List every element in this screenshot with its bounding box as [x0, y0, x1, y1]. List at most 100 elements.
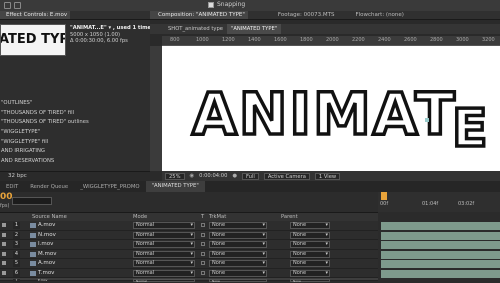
layer-row[interactable]: 1 A.mov Normal ▾ None ▾ None ▾ — [0, 221, 378, 231]
parent-value: None — [293, 222, 307, 228]
bit-depth-button[interactable]: 32 bpc — [0, 171, 150, 181]
layer-duration-bar[interactable] — [381, 222, 500, 230]
snapshot-icon[interactable]: ● — [232, 173, 237, 179]
layer-duration-bar[interactable] — [381, 260, 500, 268]
zoom-dropdown[interactable]: 25% — [165, 172, 185, 180]
parent-dropdown[interactable]: None ▾ — [290, 231, 330, 239]
project-item[interactable]: AND IRRIGATING — [0, 147, 150, 157]
tab-animated-type[interactable]: "ANIMATED TYPE" — [226, 24, 282, 34]
trkmat-dropdown[interactable]: None ▾ — [209, 250, 267, 258]
preserve-transparency-checkbox[interactable] — [201, 232, 205, 237]
snapping-checkbox[interactable] — [208, 1, 214, 8]
comp-canvas[interactable]: ANIMAT E — [162, 46, 500, 171]
parent-dropdown[interactable]: None ▾ — [290, 269, 330, 277]
layer-name[interactable]: A.mov — [38, 260, 55, 266]
visibility-icon[interactable] — [2, 223, 6, 227]
parent-dropdown[interactable]: None ▾ — [290, 250, 330, 258]
mode-dropdown[interactable]: Normal ▾ — [133, 269, 195, 277]
tab-composition[interactable]: Composition: "ANIMATED TYPE" — [150, 11, 248, 19]
tab-flowchart[interactable]: Flowchart: (none) — [337, 12, 406, 18]
layer-row[interactable]: 4 M.mov Normal ▾ None ▾ None ▾ — [0, 249, 378, 259]
trkmat-dropdown[interactable]: None ▾ — [209, 260, 267, 267]
tool-icon[interactable] — [4, 2, 11, 9]
layer-name[interactable]: E.mov — [38, 278, 47, 282]
visibility-icon[interactable] — [2, 270, 6, 275]
tab-footage[interactable]: Footage: 00073.MTS — [248, 12, 338, 18]
layer-name[interactable]: T.mov — [38, 270, 54, 276]
current-time-indicator[interactable] — [381, 192, 387, 200]
project-item[interactable]: AND RESERVATIONS — [0, 157, 150, 167]
project-item[interactable]: "OUTLINES" — [0, 99, 150, 109]
parent-dropdown[interactable]: None ▾ — [290, 222, 330, 229]
trkmat-dropdown[interactable]: None ▾ — [209, 222, 267, 229]
layer-row[interactable]: 6 T.mov Normal ▾ None ▾ None ▾ — [0, 268, 378, 278]
mode-value: Normal — [136, 279, 147, 283]
layer-row[interactable]: 5 A.mov Normal ▾ None ▾ None ▾ — [0, 259, 378, 269]
snapping-toggle[interactable]: Snapping — [208, 1, 245, 8]
col-trkmat[interactable]: TrkMat — [209, 214, 226, 220]
visibility-icon[interactable] — [2, 242, 6, 246]
timeline-ruler[interactable]: 00f 01:04f 03:02f — [378, 192, 500, 212]
mode-value: Normal — [136, 241, 155, 247]
chevron-down-icon: ▾ — [325, 269, 328, 276]
layer-duration-bar[interactable] — [381, 269, 500, 278]
tool-icon[interactable] — [14, 2, 21, 9]
camera-dropdown[interactable]: Active Camera — [263, 172, 310, 180]
layer-duration-bar[interactable] — [381, 241, 500, 249]
layer-row[interactable]: 2 N.mov Normal ▾ None ▾ None ▾ — [0, 230, 378, 240]
mode-dropdown[interactable]: Normal ▾ — [133, 222, 195, 229]
col-source-name[interactable]: Source Name — [32, 214, 67, 220]
visibility-icon[interactable] — [2, 232, 6, 237]
col-mode[interactable]: Mode — [133, 214, 147, 220]
comp-timecode[interactable]: 0:00:04:00 — [199, 173, 227, 179]
trkmat-dropdown[interactable]: None ▾ — [209, 231, 267, 239]
mode-dropdown[interactable]: Normal ▾ — [133, 231, 195, 239]
tab-wiggletype-promo[interactable]: _WIGGLETYPE_PROMO — [74, 184, 145, 190]
tab-shot-animated-type[interactable]: SHOT_animated type — [150, 26, 227, 32]
layer-name[interactable]: M.mov — [38, 251, 56, 257]
tab-render-queue[interactable]: Render Queue — [24, 184, 74, 190]
layer-name[interactable]: N.mov — [38, 232, 56, 238]
camera-icon[interactable]: ◉ — [190, 173, 195, 179]
trkmat-dropdown[interactable]: None ▾ — [209, 241, 267, 248]
preserve-transparency-checkbox[interactable] — [201, 223, 205, 227]
layer-duration-bar[interactable] — [381, 231, 500, 240]
project-item[interactable]: "WIGGLETYPE" fill — [0, 138, 150, 148]
canvas-text-e: E — [452, 99, 488, 159]
timeline-search-input[interactable] — [12, 197, 52, 205]
comp-name[interactable]: "ANIMAT...E" ▾ , used 1 time — [70, 25, 151, 32]
mode-dropdown[interactable]: Normal ▾ — [133, 250, 195, 258]
mode-dropdown[interactable]: Normal ▾ — [133, 260, 195, 267]
layer-row[interactable]: 3 I.mov Normal ▾ None ▾ None ▾ — [0, 240, 378, 250]
tab-edit[interactable]: EDIT — [0, 184, 24, 190]
mode-dropdown[interactable]: Normal ▾ — [133, 241, 195, 248]
tab-effect-controls[interactable]: Effect Controls: E.mov — [0, 11, 71, 19]
ruler-tick: 2800 — [430, 37, 443, 43]
ruler-tick: 1200 — [222, 37, 235, 43]
preserve-transparency-checkbox[interactable] — [201, 242, 205, 246]
comp-info: "ANIMAT...E" ▾ , used 1 time 5000 x 1050… — [70, 25, 151, 45]
visibility-icon[interactable] — [2, 251, 6, 256]
timeline-timecode[interactable]: 00 — [0, 192, 13, 202]
preserve-transparency-checkbox[interactable] — [201, 251, 205, 256]
preserve-transparency-checkbox[interactable] — [201, 270, 205, 275]
resolution-dropdown[interactable]: Full — [241, 172, 259, 180]
tab-animated-type-timeline[interactable]: "ANIMATED TYPE" — [145, 181, 205, 192]
project-item[interactable]: "THOUSANDS OF TIRED" fill — [0, 109, 150, 119]
preserve-transparency-checkbox[interactable] — [201, 261, 205, 265]
col-t[interactable]: T — [201, 214, 204, 220]
chevron-down-icon: ▾ — [262, 260, 265, 266]
ruler-tick: 2600 — [404, 37, 417, 43]
project-item[interactable]: "THOUSANDS OF TIRED" outlines — [0, 118, 150, 128]
layer-name[interactable]: A.mov — [38, 222, 55, 228]
layer-name[interactable]: I.mov — [38, 241, 53, 247]
layer-number: 2 — [13, 231, 20, 239]
parent-dropdown[interactable]: None ▾ — [290, 241, 330, 248]
view-layout-dropdown[interactable]: 1 View — [314, 172, 341, 180]
col-parent[interactable]: Parent — [281, 214, 298, 220]
layer-duration-bar[interactable] — [381, 250, 500, 259]
project-item[interactable]: "WIGGLETYPE" — [0, 128, 150, 138]
parent-dropdown[interactable]: None ▾ — [290, 260, 330, 267]
trkmat-dropdown[interactable]: None ▾ — [209, 269, 267, 277]
visibility-icon[interactable] — [2, 261, 6, 265]
